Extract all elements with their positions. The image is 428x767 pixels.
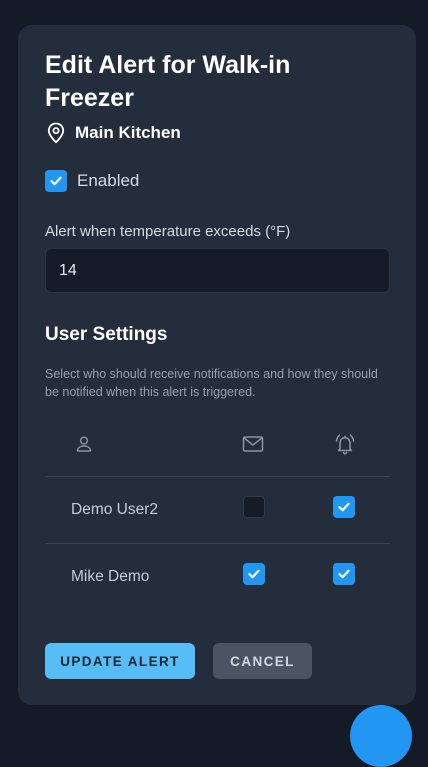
- floating-action-button[interactable]: [350, 705, 412, 767]
- user-settings-description: Select who should receive notifications …: [45, 367, 378, 399]
- enabled-toggle[interactable]: Enabled: [45, 170, 139, 192]
- user-settings-title: User Settings: [45, 324, 168, 345]
- check-icon: [248, 569, 260, 579]
- check-icon: [338, 502, 350, 512]
- threshold-label: Alert when temperature exceeds (°F): [45, 223, 291, 240]
- email-checkbox-mike-demo[interactable]: [243, 563, 265, 585]
- alert-checkbox-mike-demo[interactable]: [333, 563, 355, 585]
- check-icon: [338, 569, 350, 579]
- location-pin-icon: [47, 122, 65, 144]
- user-name: Mike Demo: [71, 568, 150, 585]
- user-notification-table: Demo User2 Mike Demo: [45, 420, 390, 610]
- alert-checkbox-demo-user2[interactable]: [333, 496, 355, 518]
- mail-icon: [242, 435, 264, 458]
- enabled-checkbox[interactable]: [45, 170, 67, 192]
- dialog-title: Edit Alert for Walk-in Freezer: [45, 51, 291, 112]
- cancel-button[interactable]: CANCEL: [213, 643, 312, 679]
- email-checkbox-demo-user2[interactable]: [243, 496, 265, 518]
- user-name: Demo User2: [71, 501, 158, 518]
- location-row: Main Kitchen: [47, 122, 181, 144]
- table-header: [45, 420, 390, 477]
- threshold-input[interactable]: [45, 248, 390, 293]
- check-icon: [50, 176, 62, 186]
- enabled-label: Enabled: [77, 171, 140, 190]
- edit-alert-dialog: Edit Alert for Walk-in Freezer Main Kitc…: [18, 25, 416, 705]
- table-row: Demo User2: [45, 477, 390, 544]
- update-alert-button[interactable]: UPDATE ALERT: [45, 643, 195, 679]
- table-row: Mike Demo: [45, 544, 390, 610]
- user-icon: [75, 435, 93, 458]
- bell-icon: [333, 432, 357, 461]
- location-name: Main Kitchen: [75, 123, 181, 142]
